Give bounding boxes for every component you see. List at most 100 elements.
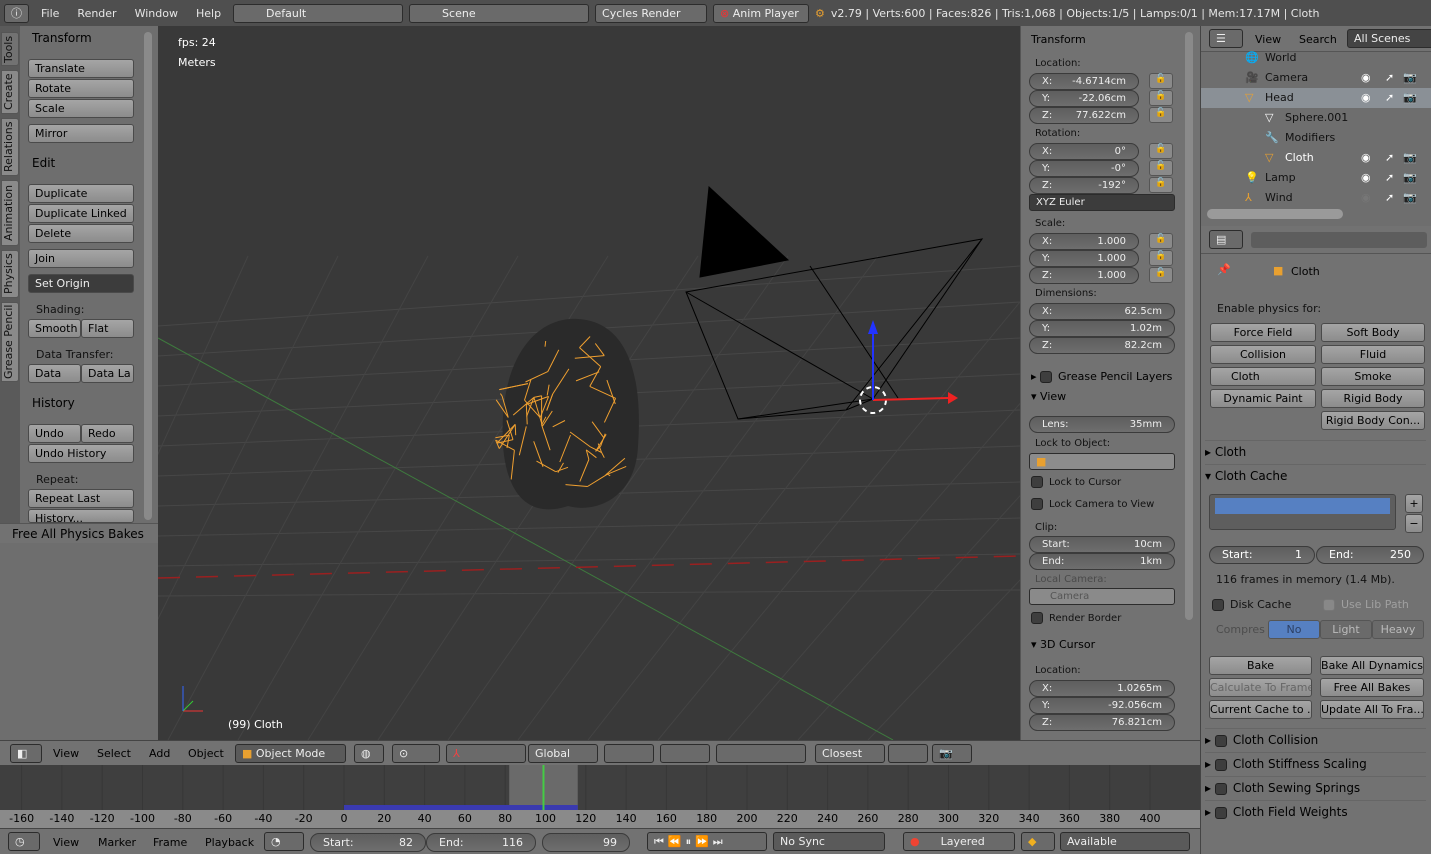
edit-panel-title[interactable]: Edit [32,153,55,173]
mode-select[interactable]: ■ Object Mode [235,744,346,763]
tab-relations[interactable]: Relations [1,118,19,176]
physics-force-field-button[interactable]: Force Field [1210,323,1316,342]
cloth-cache-panel[interactable]: ▾ Cloth Cache [1205,464,1426,486]
transform-panel[interactable]: Transform [1031,30,1086,50]
keying-set-select[interactable]: Available [1060,832,1190,851]
layout-selector[interactable]: Default [233,3,404,23]
rotation-field[interactable]: Z: -192° [1029,177,1139,194]
keyframe-type-select[interactable]: ◆ [1021,832,1055,851]
add-cache-button[interactable]: + [1405,494,1423,513]
location-field[interactable]: Z: 77.622cm [1029,107,1139,124]
renderable-camera-icon[interactable]: 📷 [1403,68,1417,88]
outliner-filter-select[interactable]: All Scenes [1347,29,1431,48]
grease-pencil-checkbox[interactable] [1040,371,1053,383]
dimensions-field[interactable]: Y: 1.02m [1029,320,1175,337]
current-cache-button[interactable]: Current Cache to ... [1209,700,1312,719]
pin-icon[interactable]: 📌 [1217,263,1231,276]
3d-cursor-panel[interactable]: ▾ 3D Cursor [1031,638,1095,651]
scale-field[interactable]: Y: 1.000 [1029,250,1139,267]
tab-create[interactable]: Create [1,70,19,114]
tab-physics[interactable]: Physics [1,250,19,298]
manipulator-buttons[interactable]: ⅄ [446,744,526,763]
history-panel-title[interactable]: History [32,393,75,413]
proportional-buttons[interactable] [888,744,928,763]
render-buttons[interactable]: 📷 [932,744,972,763]
tab-grease-pencil[interactable]: Grease Pencil [1,302,19,382]
current-frame-field[interactable]: 99 [542,833,630,852]
physics-collision-button[interactable]: Collision [1210,345,1316,364]
tab-tools[interactable]: Tools [1,32,19,66]
visibility-eye-icon[interactable]: ◉ [1361,168,1371,188]
visibility-eye-icon[interactable]: ◉ [1361,68,1371,88]
physics-rigid-body-con--button[interactable]: Rigid Body Con... [1321,411,1425,430]
lock-icon[interactable]: 🔓 [1149,177,1173,193]
cloth-wireframe-mesh[interactable] [495,318,639,510]
outliner-scrollbar[interactable] [1207,209,1343,219]
outliner-item-modifiers[interactable]: 🔧 Modifiers [1201,128,1431,148]
physics-smoke-button[interactable]: Smoke [1321,367,1425,386]
cursor-location-field[interactable]: Y: -92.056cm [1029,697,1175,714]
operator-panel[interactable]: Free All Physics Bakes [0,523,158,543]
lock-icon[interactable]: 🔓 [1149,233,1173,249]
duplicate-linked-button[interactable]: Duplicate Linked [28,204,134,223]
lock-icon[interactable]: 🔓 [1149,250,1173,266]
grease-pencil-panel[interactable]: ▸ Grease Pencil Layers [1031,370,1172,383]
redo-button[interactable]: Redo [81,424,134,443]
tl-menu-marker[interactable]: Marker [98,836,136,849]
set-origin-dropdown[interactable]: Set Origin [28,274,134,293]
undo-history-button[interactable]: Undo History [28,444,134,463]
view-panel[interactable]: ▾ View [1031,390,1066,403]
mirror-button[interactable]: Mirror [28,124,134,143]
rotation-mode-select[interactable]: XYZ Euler [1029,194,1175,211]
clip-field[interactable]: End: 1km [1029,553,1175,570]
translate-button[interactable]: Translate [28,59,134,78]
snap-target-select[interactable]: Closest [815,744,885,763]
tool-shelf-scrollbar[interactable] [144,32,152,520]
outliner-editor-type[interactable]: ☰ [1209,29,1243,48]
menu-window[interactable]: Window [129,7,184,20]
dimensions-field[interactable]: X: 62.5cm [1029,303,1175,320]
outliner-item-sphere001[interactable]: ▽ Sphere.001 [1201,108,1431,128]
cloth-panel[interactable]: ▸ Cloth [1205,440,1426,462]
outliner-item-camera[interactable]: 🎥 Camera ◉ ➚ 📷 [1201,68,1431,88]
manipulator-z-arrow[interactable] [868,320,878,334]
3d-viewport[interactable]: fps: 24 Meters (99) Cloth [158,26,1020,740]
menu-help[interactable]: Help [190,7,227,20]
tl-menu-playback[interactable]: Playback [205,836,254,849]
dimensions-field[interactable]: Z: 82.2cm [1029,337,1175,354]
free-all-button[interactable]: Free All Bakes [1320,678,1424,697]
tl-menu-view[interactable]: View [53,836,79,849]
pivot-select[interactable]: ⊙ [392,744,440,763]
keying-select[interactable]: ● Layered [903,832,1015,851]
location-field[interactable]: Y: -22.06cm [1029,90,1139,107]
outliner-item-cloth[interactable]: ▽ Cloth ◉ ➚ 📷 [1201,148,1431,168]
cloth-field-weights-panel[interactable]: ▸ Cloth Field Weights [1205,800,1426,822]
timeline[interactable]: -160 -140 -120 -100 -80 -60 -40 -20 0 20 40 60 80 100… [0,765,1200,828]
physics-rigid-body-button[interactable]: Rigid Body [1321,389,1425,408]
selectable-cursor-icon[interactable]: ➚ [1385,148,1394,168]
lens-field[interactable]: Lens: 35mm [1029,416,1175,433]
calc-frame-button[interactable]: Calculate To Frame [1209,678,1312,697]
start-frame-field[interactable]: Start: 82 [310,833,426,852]
render-engine-select[interactable]: Cycles Render [595,3,708,23]
outliner-item-wind[interactable]: ⅄ Wind ◉ ➚ 📷 [1201,188,1431,208]
menu-view[interactable]: View [53,747,79,760]
cache-start-field[interactable]: Start: 1 [1209,546,1315,564]
scale-field[interactable]: Z: 1.000 [1029,267,1139,284]
layers-1[interactable] [604,744,654,763]
properties-context-tabs[interactable] [1251,232,1427,248]
scene-selector[interactable]: Scene [409,3,590,23]
orientation-select[interactable]: Global [528,744,598,763]
cursor-location-field[interactable]: Z: 76.821cm [1029,714,1175,731]
cursor-location-field[interactable]: X: 1.0265m [1029,680,1175,697]
end-frame-field[interactable]: End: 116 [426,833,536,852]
cloth-collision-panel[interactable]: ▸ Cloth Collision [1205,728,1426,750]
renderable-camera-icon[interactable]: 📷 [1403,148,1417,168]
visibility-eye-icon[interactable]: ◉ [1361,188,1371,208]
lock-icon[interactable]: 🔓 [1149,160,1173,176]
renderable-camera-icon[interactable]: 📷 [1403,188,1417,208]
selectable-cursor-icon[interactable]: ➚ [1385,188,1394,208]
delete-button[interactable]: Delete [28,224,134,243]
physics-soft-body-button[interactable]: Soft Body [1321,323,1425,342]
rotation-field[interactable]: X: 0° [1029,143,1139,160]
